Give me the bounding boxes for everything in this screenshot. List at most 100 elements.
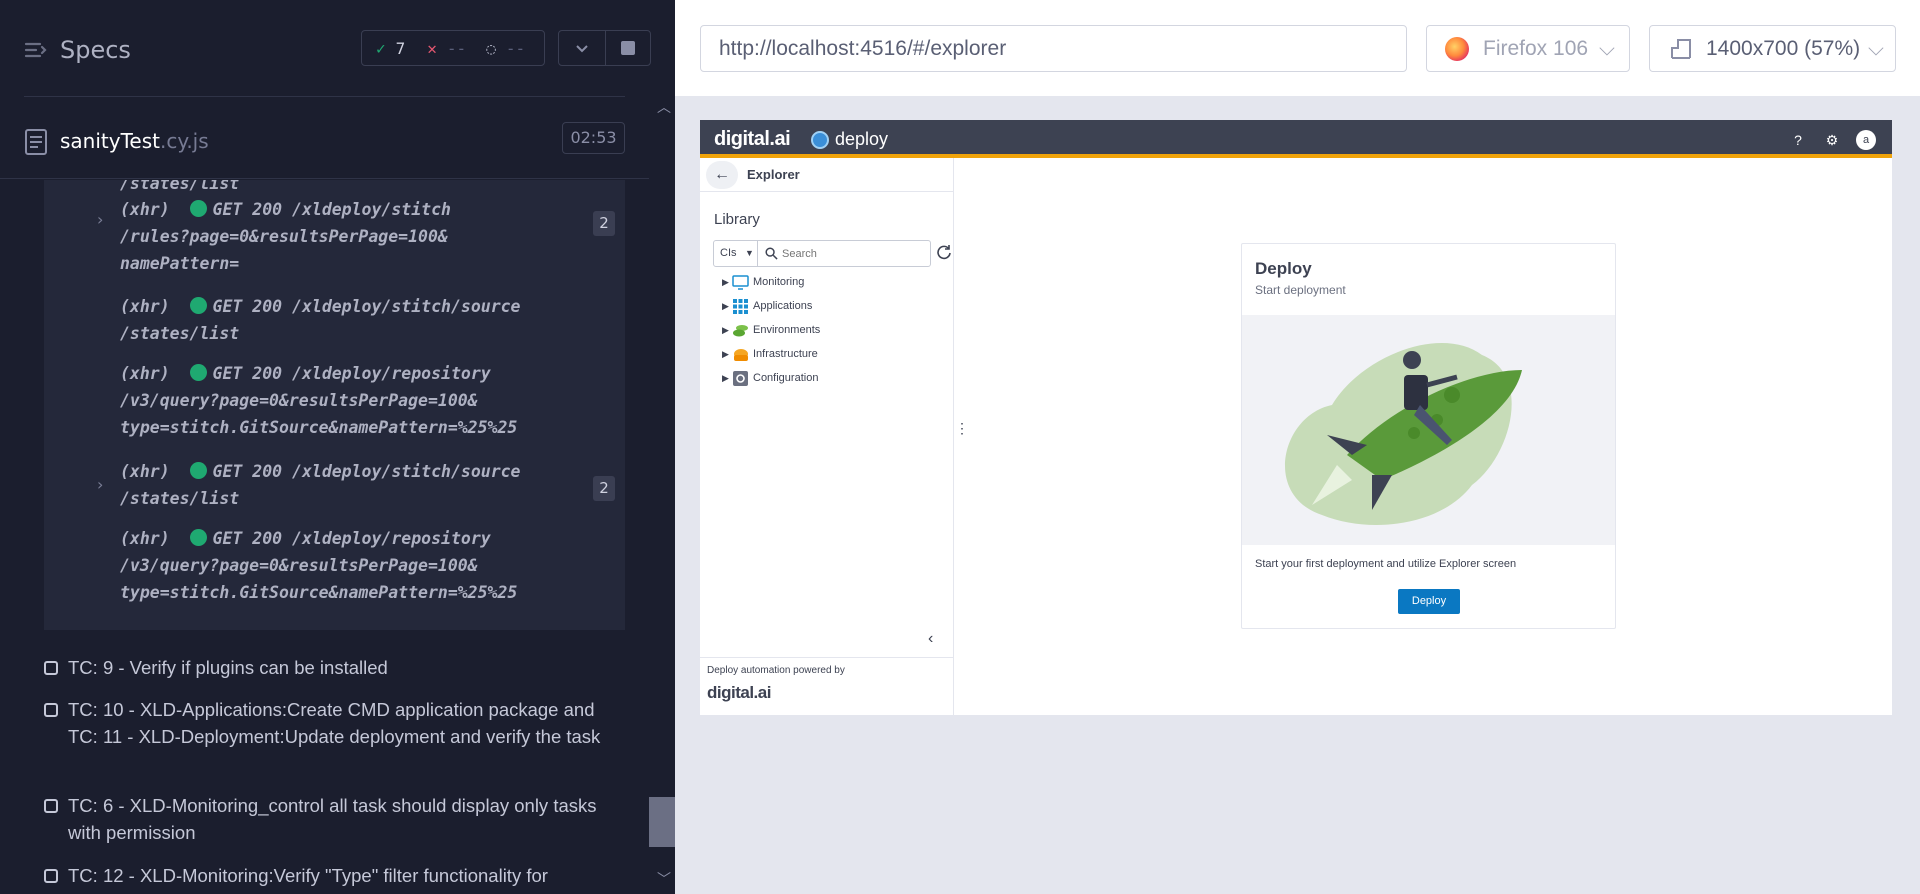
document-icon <box>25 129 47 155</box>
test-item[interactable]: TC: 6 - XLD-Monitoring_control all task … <box>44 792 644 846</box>
failed-stat: ✕ -- <box>405 39 466 58</box>
aut-header: http://localhost:4516/#/explorer Firefox… <box>675 0 1920 96</box>
caret-right-icon[interactable]: ▶ <box>722 277 732 288</box>
help-icon[interactable]: ? <box>1788 130 1808 150</box>
rocket-rider-illustration <box>1284 343 1522 525</box>
log-line[interactable]: (xhr) GET 200 /xldeploy/repository <box>120 525 491 552</box>
log-line: /states/list <box>120 485 239 512</box>
log-line[interactable]: (xhr) GET 200 /xldeploy/stitch/source <box>120 293 521 320</box>
caret-right-icon[interactable]: ▶ <box>722 325 732 336</box>
run-controls <box>558 30 651 66</box>
viewport-label: 1400x700 (57%) <box>1706 37 1861 60</box>
deploy-logo[interactable]: deploy <box>811 129 888 150</box>
chevron-down-icon <box>576 45 588 53</box>
library-heading: Library <box>714 211 760 228</box>
tree-item-infrastructure[interactable]: ▶ Infrastructure <box>722 344 818 364</box>
avatar[interactable]: a <box>1856 130 1876 150</box>
log-line-text: (xhr) <box>120 529 190 548</box>
stop-button[interactable] <box>604 31 651 65</box>
log-line-text: (xhr) <box>120 297 190 316</box>
success-dot-icon <box>189 200 207 217</box>
caret-right-icon[interactable]: ▶ <box>722 301 732 312</box>
url-field[interactable]: http://localhost:4516/#/explorer <box>700 25 1407 72</box>
log-line-text: (xhr) <box>120 364 190 383</box>
scroll-up-icon[interactable]: ︿ <box>657 97 671 117</box>
tree-item-monitoring[interactable]: ▶ Monitoring <box>722 272 804 292</box>
test-status-icon <box>44 661 58 675</box>
header-divider <box>24 96 625 97</box>
firefox-icon <box>1445 37 1469 61</box>
log-line-text: /v3/query?page=0&resultsPerPage=100& <box>120 391 478 410</box>
log-line-request: GET 200 /xldeploy/repository <box>212 529 491 548</box>
deploy-button[interactable]: Deploy <box>1398 589 1460 614</box>
viewport-selector[interactable]: 1400x700 (57%) ⌵ <box>1649 25 1896 72</box>
chevron-right-icon[interactable]: › <box>97 475 103 494</box>
chevron-down-icon: ⌵ <box>1599 37 1615 60</box>
app-top-bar: digital.ai deploy ? ⚙ a <box>700 120 1892 158</box>
resize-handle-icon[interactable]: ⋮ <box>955 420 969 437</box>
deploy-app: digital.ai deploy ? ⚙ a ← Explorer Libra… <box>700 120 1892 715</box>
log-line-text: /v3/query?page=0&resultsPerPage=100& <box>120 556 478 575</box>
test-item[interactable]: TC: 12 - XLD-Monitoring:Verify "Type" fi… <box>44 862 644 889</box>
reporter-scrollbar[interactable]: ︿ ﹀ <box>649 97 675 894</box>
log-line: /v3/query?page=0&resultsPerPage=100& <box>120 387 478 414</box>
test-item[interactable]: TC: 10 - XLD-Applications:Create CMD app… <box>44 696 644 777</box>
pending-stat: ◌ -- <box>466 39 525 58</box>
search-input[interactable] <box>782 241 922 266</box>
chevron-down-icon: ⌵ <box>1868 37 1884 60</box>
spec-duration: 02:53 <box>562 122 625 154</box>
scroll-down-icon[interactable]: ﹀ <box>657 869 671 889</box>
pending-icon: ◌ <box>486 38 496 58</box>
aut-panel: http://localhost:4516/#/explorer Firefox… <box>675 0 1920 894</box>
specs-list-icon[interactable] <box>24 38 48 62</box>
test-item[interactable]: TC: 9 - Verify if plugins can be install… <box>44 654 644 681</box>
log-line-text: /states/list <box>120 180 240 193</box>
count-badge: 2 <box>593 476 615 501</box>
log-line-text: /rules?page=0&resultsPerPage=100& <box>120 227 448 246</box>
success-dot-icon <box>189 297 207 314</box>
cypress-reporter: Specs ✓ 7 ✕ -- ◌ -- sanityTest.cy.js 02:… <box>0 0 675 894</box>
tree-item-configuration[interactable]: ▶ Configuration <box>722 368 818 388</box>
log-line: type=stitch.GitSource&namePattern=%25%25 <box>120 414 517 441</box>
ci-filter: CIs ▼ <box>713 240 931 267</box>
gear-icon[interactable]: ⚙ <box>1822 130 1842 150</box>
success-dot-icon <box>189 462 207 479</box>
log-line: type=stitch.GitSource&namePattern=%25%25 <box>120 579 517 606</box>
back-arrow-icon[interactable]: ← <box>706 161 738 189</box>
log-line[interactable]: (xhr) GET 200 /xldeploy/stitch/source <box>120 458 521 485</box>
digitalai-footer-logo: digital.ai <box>707 683 771 702</box>
log-line: /v3/query?page=0&resultsPerPage=100& <box>120 552 478 579</box>
passed-count: 7 <box>395 38 406 58</box>
tree-item-applications[interactable]: ▶ Applications <box>722 296 812 316</box>
scrollbar-thumb[interactable] <box>649 797 675 847</box>
ci-type-select[interactable]: CIs ▼ <box>714 241 758 266</box>
applications-grid-icon <box>733 298 748 314</box>
caret-right-icon[interactable]: ▶ <box>722 373 732 384</box>
card-subtitle: Start deployment <box>1255 283 1346 297</box>
log-line[interactable]: (xhr) GET 200 /xldeploy/repository <box>120 360 491 387</box>
explorer-sidebar: ← Explorer Library CIs ▼ ▶ <box>700 158 954 715</box>
log-line: namePattern= <box>120 250 239 277</box>
refresh-icon[interactable] <box>936 244 952 260</box>
expand-button[interactable] <box>559 31 605 65</box>
browser-selector[interactable]: Firefox 106 ⌵ <box>1426 25 1630 72</box>
spec-file-row[interactable]: sanityTest.cy.js 02:53 <box>0 115 650 179</box>
x-icon: ✕ <box>427 38 437 58</box>
collapse-sidebar-icon[interactable]: ‹ <box>928 630 933 648</box>
monitor-icon <box>732 274 749 290</box>
log-line-text: (xhr) <box>120 462 190 481</box>
caret-right-icon[interactable]: ▶ <box>722 349 732 360</box>
specs-label[interactable]: Specs <box>60 36 131 64</box>
log-line[interactable]: (xhr) GET 200 /xldeploy/stitch <box>120 196 451 223</box>
explorer-header: ← Explorer <box>700 158 954 192</box>
test-stats: ✓ 7 ✕ -- ◌ -- <box>361 30 545 66</box>
log-line-request: GET 200 /xldeploy/stitch <box>212 200 451 219</box>
log-line-text: (xhr) <box>120 200 190 219</box>
digitalai-logo[interactable]: digital.ai <box>714 128 791 151</box>
chevron-right-icon[interactable]: › <box>97 210 103 229</box>
tree-item-environments[interactable]: ▶ Environments <box>722 320 820 340</box>
explorer-title: Explorer <box>747 167 800 182</box>
pending-count: -- <box>505 38 526 58</box>
card-description: Start your first deployment and utilize … <box>1255 558 1517 570</box>
caret-down-icon: ▼ <box>745 248 754 258</box>
